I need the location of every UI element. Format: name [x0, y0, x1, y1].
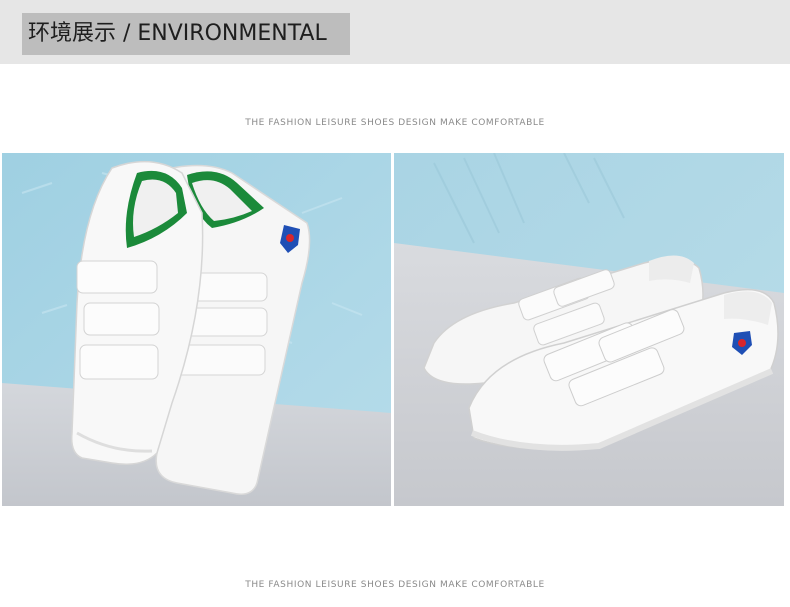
product-photo-right [394, 153, 784, 506]
section-title: 环境展示 / ENVIRONMENTAL [28, 21, 327, 46]
sneakers-leaning-illustration [2, 153, 391, 506]
section-header-band: 环境展示 / ENVIRONMENTAL [0, 0, 790, 64]
product-photo-left [2, 153, 391, 506]
tagline-bottom: THE FASHION LEISURE SHOES DESIGN MAKE CO… [245, 580, 545, 590]
tagline-top: THE FASHION LEISURE SHOES DESIGN MAKE CO… [245, 118, 545, 128]
sneakers-side-illustration [394, 153, 784, 506]
section-header-label: 环境展示 / ENVIRONMENTAL [22, 13, 350, 55]
